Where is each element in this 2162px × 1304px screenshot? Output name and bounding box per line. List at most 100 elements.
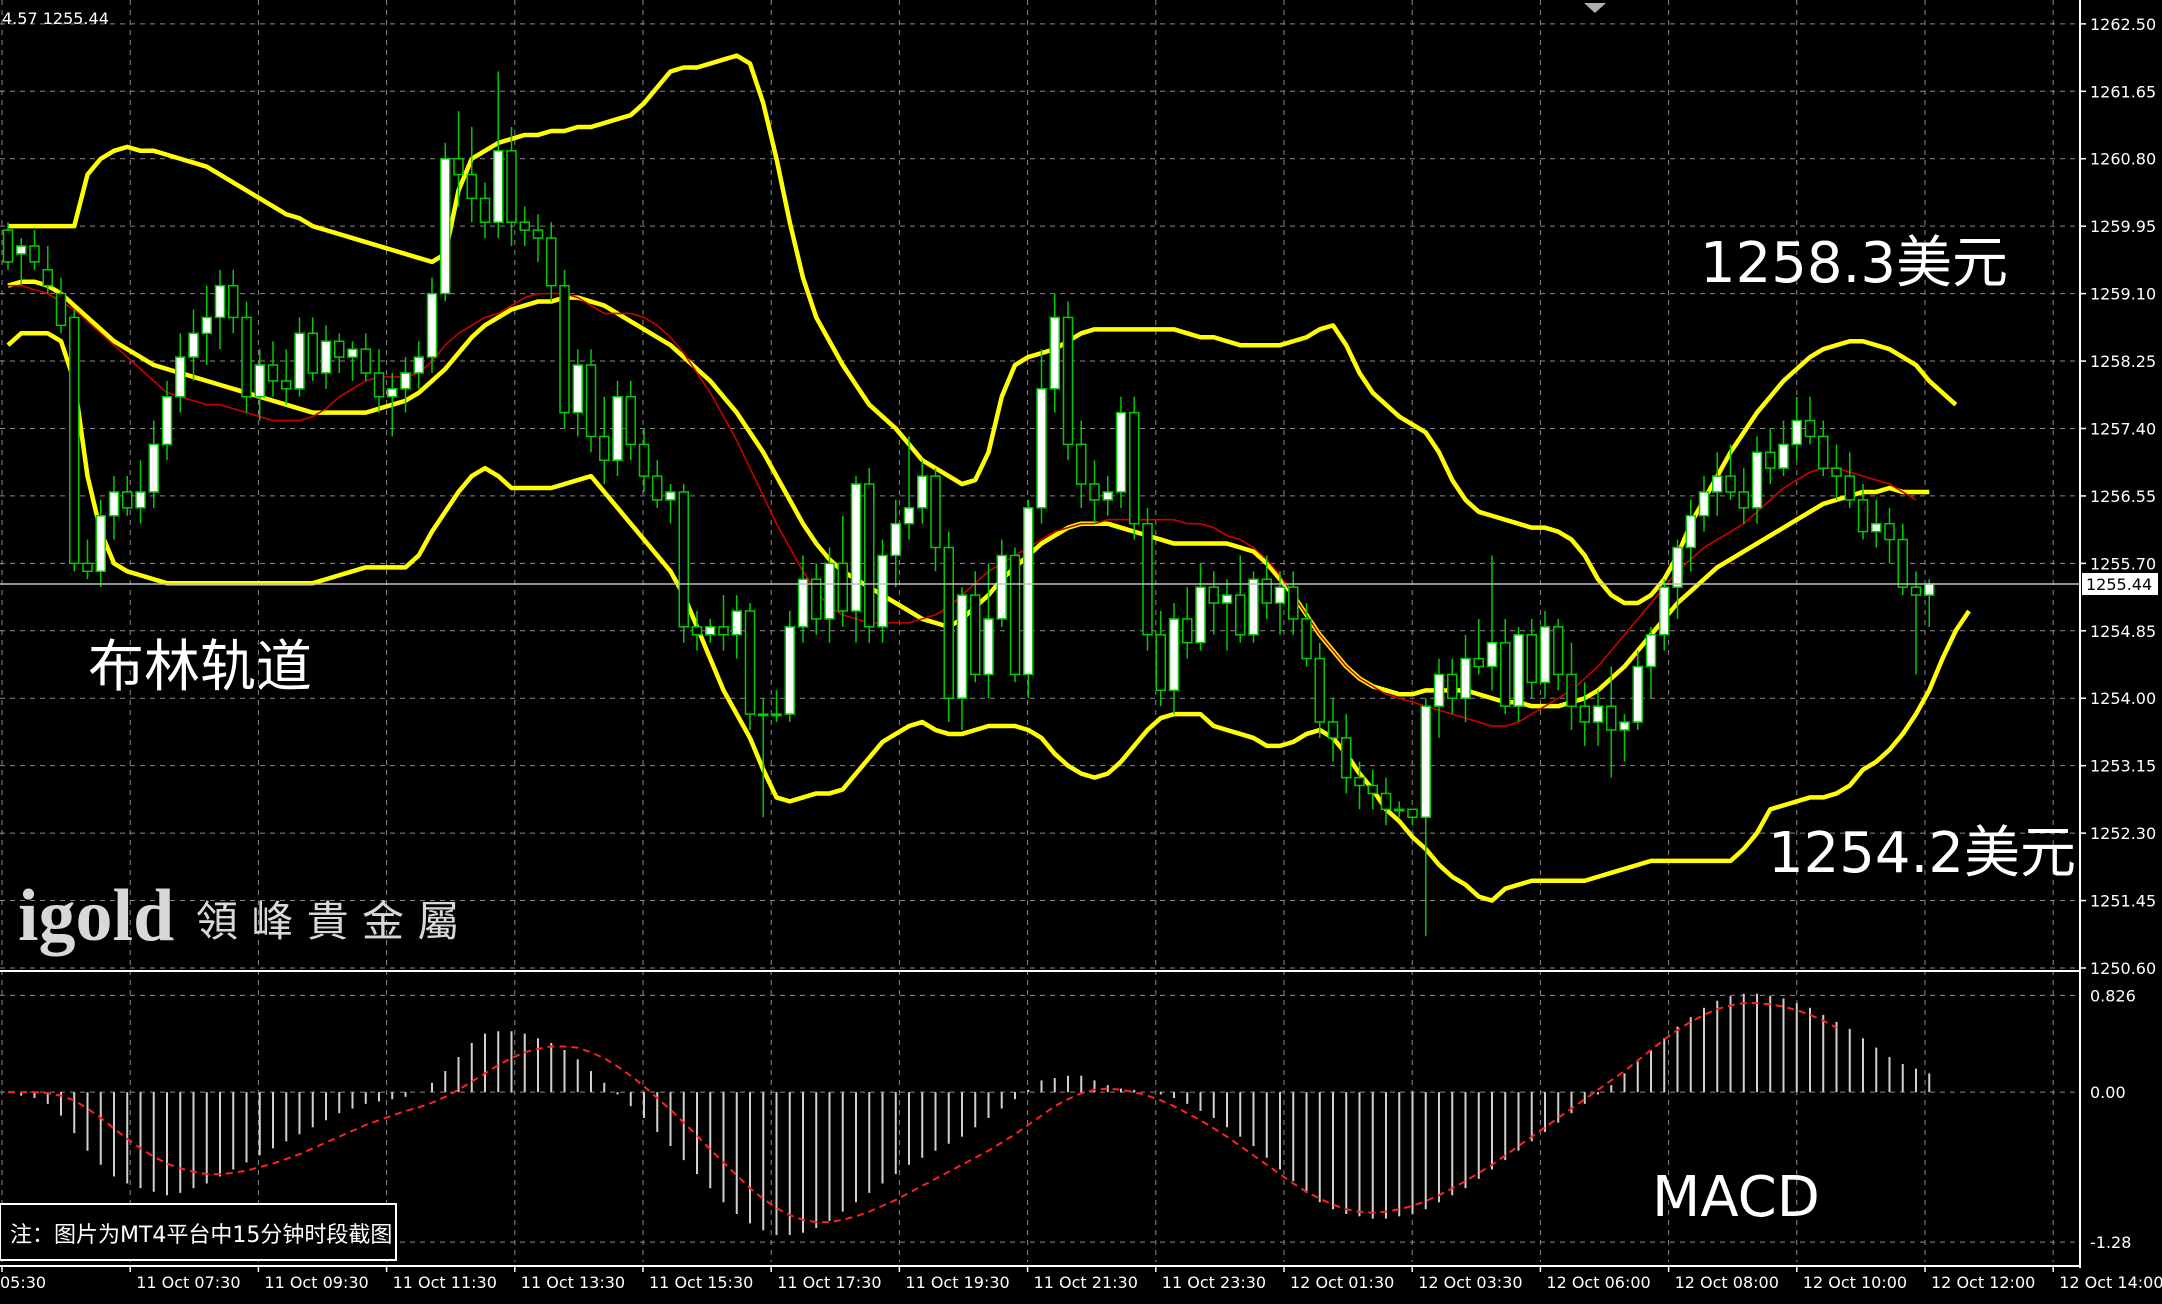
candle-body [678,491,689,628]
candle-body [228,284,239,319]
annotation-macd-label: MACD [1652,1165,1820,1230]
y-tick-label-9: 1254.85 [2090,622,2156,641]
candle-body [665,491,676,501]
candle-body [466,173,477,200]
candle-33 [440,142,451,302]
candle-body [1182,618,1193,644]
x-tick-label-7: 11 Oct 19:30 [905,1273,1009,1292]
candle-body [797,578,809,628]
x-tick-label-2: 11 Oct 09:30 [264,1273,368,1292]
candle-44 [585,349,597,453]
macd-tick-label-0: 0.826 [2090,986,2136,1005]
candle-body [1407,808,1418,819]
logo-brand: igold [18,875,174,957]
candle-18 [241,301,252,413]
candle-body [2,229,14,263]
candle-body [214,284,226,319]
chart-canvas[interactable]: 1262.50 1261.65 1260.80 1259.95 1259.10 1258.… [0,0,2162,1300]
candle-body [82,562,93,573]
candle-body [572,364,583,414]
y-tick-label-12: 1252.30 [2090,824,2156,843]
candle-body [1486,641,1498,668]
candle-body [69,316,80,565]
candle-body [1235,594,1246,636]
candle-body [943,546,954,699]
candle-body [1553,626,1564,676]
candle-body [1910,586,1922,596]
candle-body [917,475,928,509]
candle-body [970,594,981,676]
macd-tick-label-1: 0.00 [2090,1083,2126,1102]
candle-body [307,332,318,374]
current-price-label: 1255.44 [2086,575,2152,594]
x-tick-label-10: 12 Oct 01:30 [1290,1273,1394,1292]
x-tick-label-8: 11 Oct 21:30 [1034,1273,1138,1292]
candle-body [29,245,40,263]
candle-body [1738,491,1749,509]
candle-body [241,316,252,398]
candle-body [599,435,610,461]
candle-body [546,237,557,287]
y-tick-label-3: 1259.95 [2090,217,2156,236]
candle-body [1500,641,1511,707]
candle-body [493,150,504,223]
candle-body [1778,443,1789,469]
candle-body [691,626,703,636]
note-box: 注：图片为MT4平台中15分钟时段截图 [0,1203,397,1261]
candle-body [612,396,623,461]
candle-body [400,372,411,390]
candle-body [254,364,265,398]
candle-body [188,332,199,358]
candle-body [1433,673,1445,707]
y-tick-label-0: 1262.50 [2090,15,2156,34]
candle-body [824,562,835,620]
candle-body [440,157,451,295]
candle-body [334,340,345,358]
candle-body [1526,634,1537,684]
candle-body [1460,657,1471,699]
candle-body [320,340,332,374]
candle-body [771,713,782,717]
candle-body [1327,721,1339,739]
candle-body [267,364,279,382]
candle-body [983,618,994,676]
x-tick-label-15: 12 Oct 12:00 [1931,1273,2035,1292]
y-tick-label-14: 1250.60 [2090,959,2156,978]
candle-body [1897,538,1908,588]
y-tick-label-4: 1259.10 [2090,285,2156,304]
candle-body [1341,737,1352,779]
candle-body [1698,491,1710,517]
candle-body [506,150,517,223]
candle-body [1354,776,1365,787]
candle-body [1089,483,1100,501]
candle-body [1712,475,1723,493]
candle-body [625,396,636,446]
candle-body [1314,657,1325,723]
logo-cn: 領 峰 貴 金 屬 [196,897,459,946]
candle-body [1884,522,1895,541]
candle-body [1619,721,1630,731]
candle-body [1367,784,1378,795]
x-tick-label-6: 11 Oct 17:30 [777,1273,881,1292]
candle-body [1394,808,1405,812]
candle-body [1102,491,1113,501]
candle-body [122,491,133,509]
y-tick-label-7: 1256.55 [2090,487,2156,506]
candle-body [1513,634,1524,707]
candle-body [519,221,530,231]
candle-body [1023,507,1034,676]
candle-body [585,364,597,438]
y-tick-label-1: 1261.65 [2090,82,2156,101]
candle-body [479,197,491,223]
candle-body [1685,515,1696,549]
x-tick-label-4: 11 Oct 13:30 [521,1273,625,1292]
candle-body [1791,419,1802,446]
candle-body [1539,626,1551,684]
candle-body [55,292,67,327]
candle-body [135,491,146,509]
y-tick-label-13: 1251.45 [2090,892,2156,911]
mt4-chart-window[interactable]: 1262.50 1261.65 1260.80 1259.95 1259.10 1258.… [0,0,2162,1300]
candle-body [201,316,212,335]
candle-body [1592,705,1604,723]
candle-body [1818,435,1829,469]
